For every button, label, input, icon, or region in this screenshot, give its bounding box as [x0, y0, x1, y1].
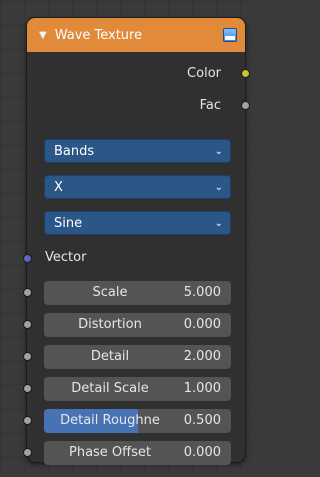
input-vector-label: Vector — [45, 250, 87, 265]
collapse-triangle-icon[interactable]: ▼ — [39, 30, 47, 41]
detail-scale-label: Detail Scale — [71, 381, 149, 396]
input-detail-socket[interactable] — [23, 352, 32, 361]
input-phase-offset-socket[interactable] — [23, 448, 32, 457]
detail-value: 2.000 — [183, 349, 221, 364]
chevron-down-icon: ⌄ — [214, 145, 223, 157]
output-fac-label: Fac — [199, 98, 221, 113]
input-scale-socket[interactable] — [23, 288, 32, 297]
chevron-down-icon: ⌄ — [214, 181, 223, 193]
scale-label: Scale — [92, 285, 128, 300]
node-header[interactable]: ▼ Wave Texture — [27, 18, 245, 52]
bands-direction-value: X — [54, 179, 63, 195]
input-distortion-socket[interactable] — [23, 320, 32, 329]
texture-preview-icon[interactable] — [223, 28, 237, 42]
output-color-label: Color — [187, 66, 221, 81]
wave-profile-dropdown[interactable]: Sine ⌄ — [44, 211, 231, 235]
detail-scale-field[interactable]: Detail Scale 1.000 — [44, 377, 231, 401]
node-title: Wave Texture — [54, 27, 143, 43]
detail-roughness-slider[interactable]: Detail Roughne 0.500 — [44, 409, 231, 433]
input-detail-scale-socket[interactable] — [23, 384, 32, 393]
input-detail-roughness-socket[interactable] — [23, 416, 32, 425]
phase-offset-field[interactable]: Phase Offset 0.000 — [44, 441, 231, 465]
detail-scale-value: 1.000 — [183, 381, 221, 396]
detail-label: Detail — [90, 349, 130, 364]
output-fac-socket[interactable] — [241, 101, 250, 110]
wave-type-value: Bands — [54, 143, 95, 159]
phase-offset-value: 0.000 — [183, 445, 221, 460]
chevron-down-icon: ⌄ — [214, 217, 223, 229]
output-color-socket[interactable] — [241, 69, 250, 78]
detail-field[interactable]: Detail 2.000 — [44, 345, 231, 369]
wave-type-dropdown[interactable]: Bands ⌄ — [44, 139, 231, 163]
distortion-value: 0.000 — [183, 317, 221, 332]
input-vector-socket[interactable] — [23, 254, 32, 263]
distortion-field[interactable]: Distortion 0.000 — [44, 313, 231, 337]
distortion-label: Distortion — [78, 317, 142, 332]
bands-direction-dropdown[interactable]: X ⌄ — [44, 175, 231, 199]
scale-value: 5.000 — [183, 285, 221, 300]
detail-roughness-label: Detail Roughne — [60, 413, 160, 428]
scale-field[interactable]: Scale 5.000 — [44, 281, 231, 305]
detail-roughness-value: 0.500 — [183, 413, 221, 428]
phase-offset-label: Phase Offset — [68, 445, 151, 460]
wave-profile-value: Sine — [54, 215, 83, 231]
